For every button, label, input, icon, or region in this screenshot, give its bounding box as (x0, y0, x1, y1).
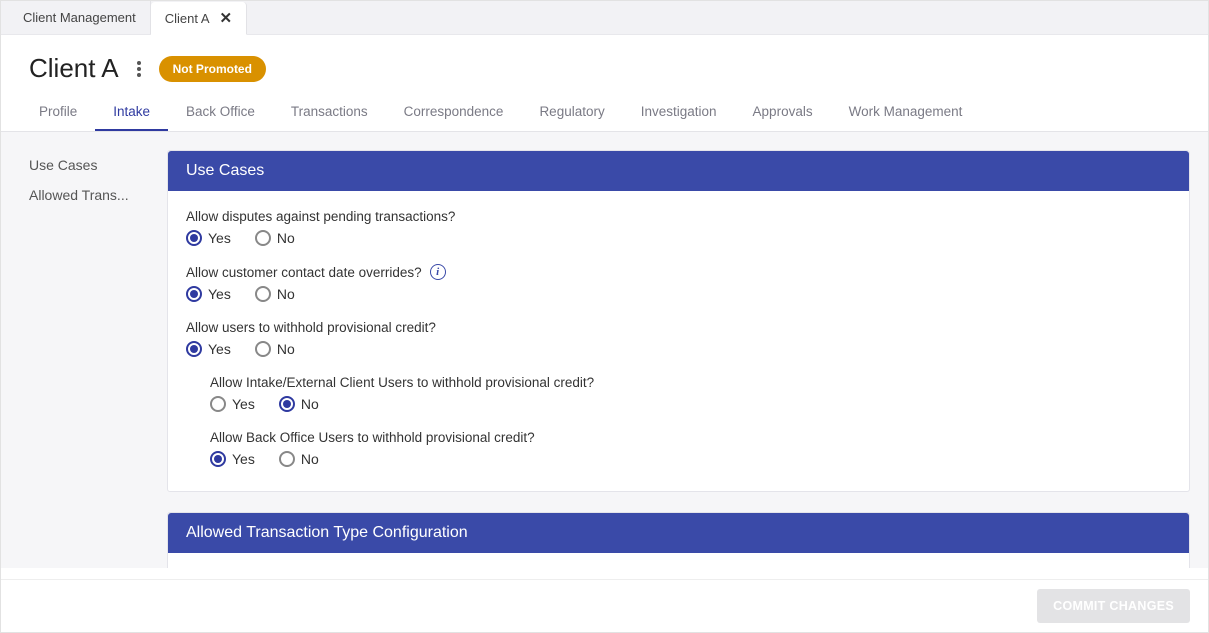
radio-yes[interactable]: Yes (186, 230, 231, 246)
radio-label: No (277, 341, 295, 357)
radio-circle-icon (210, 451, 226, 467)
radio-group: Yes No (186, 341, 1171, 357)
sidenav-item-use-cases[interactable]: Use Cases (29, 150, 149, 180)
radio-label: Yes (208, 341, 231, 357)
page-header: Client A Not Promoted (1, 35, 1208, 94)
radio-circle-icon (255, 230, 271, 246)
tab-client-a[interactable]: Client A ✕ (151, 2, 247, 35)
radio-label: No (301, 396, 319, 412)
radio-yes[interactable]: Yes (210, 451, 255, 467)
question-withhold-credit: Allow users to withhold provisional cred… (186, 320, 1171, 357)
radio-yes[interactable]: Yes (186, 286, 231, 302)
radio-label: Yes (232, 451, 255, 467)
question-back-office-withhold: Allow Back Office Users to withhold prov… (210, 430, 1171, 467)
radio-yes[interactable]: Yes (186, 341, 231, 357)
question-label: Allow Intake/External Client Users to wi… (210, 375, 1171, 390)
radio-circle-icon (279, 451, 295, 467)
radio-group: Yes No (186, 230, 1171, 246)
radio-label: No (277, 230, 295, 246)
main-content[interactable]: Use Cases Allow disputes against pending… (167, 132, 1208, 568)
info-icon[interactable]: i (430, 264, 446, 280)
tab-label: Client Management (23, 10, 136, 25)
subtab-work-management[interactable]: Work Management (831, 94, 981, 131)
commit-changes-button[interactable]: COMMIT CHANGES (1037, 589, 1190, 623)
radio-circle-icon (255, 286, 271, 302)
radio-no[interactable]: No (255, 230, 295, 246)
radio-group: Yes No (210, 451, 1171, 467)
radio-label: Yes (208, 230, 231, 246)
radio-circle-icon (210, 396, 226, 412)
sidenav: Use Cases Allowed Trans... (1, 132, 167, 568)
radio-yes[interactable]: Yes (210, 396, 255, 412)
card-body: Allow disputes against pending transacti… (168, 191, 1189, 491)
subtab-regulatory[interactable]: Regulatory (521, 94, 622, 131)
radio-group: Yes No (186, 286, 1171, 302)
question-label: Allow disputes against pending transacti… (186, 209, 1171, 224)
question-label: Allow customer contact date overrides? (186, 265, 422, 280)
window-tabbar: Client Management Client A ✕ (1, 1, 1208, 35)
card-header: Use Cases (168, 151, 1189, 191)
card-header: Allowed Transaction Type Configuration (168, 513, 1189, 553)
radio-label: Yes (232, 396, 255, 412)
radio-label: Yes (208, 286, 231, 302)
radio-circle-icon (186, 341, 202, 357)
radio-circle-icon (255, 341, 271, 357)
radio-circle-icon (186, 286, 202, 302)
subtab-investigation[interactable]: Investigation (623, 94, 735, 131)
radio-no[interactable]: No (279, 451, 319, 467)
subtab-approvals[interactable]: Approvals (735, 94, 831, 131)
radio-no[interactable]: No (255, 286, 295, 302)
subtab-correspondence[interactable]: Correspondence (386, 94, 522, 131)
question-disputes-pending: Allow disputes against pending transacti… (186, 209, 1171, 246)
body: Use Cases Allowed Trans... Use Cases All… (1, 132, 1208, 568)
sidenav-item-allowed-trans[interactable]: Allowed Trans... (29, 180, 149, 210)
card-use-cases: Use Cases Allow disputes against pending… (167, 150, 1190, 492)
page-title: Client A (29, 53, 119, 84)
radio-circle-icon (279, 396, 295, 412)
tab-label: Client A (165, 11, 210, 26)
radio-no[interactable]: No (255, 341, 295, 357)
close-icon[interactable]: ✕ (220, 9, 233, 27)
question-intake-external-withhold: Allow Intake/External Client Users to wi… (210, 375, 1171, 412)
app-frame: Client Management Client A ✕ Client A No… (0, 0, 1209, 633)
question-contact-date-override: Allow customer contact date overrides? i… (186, 264, 1171, 302)
subtab-profile[interactable]: Profile (21, 94, 95, 131)
question-label: Allow users to withhold provisional cred… (186, 320, 1171, 335)
radio-group: Yes No (210, 396, 1171, 412)
subtab-transactions[interactable]: Transactions (273, 94, 386, 131)
subtab-back-office[interactable]: Back Office (168, 94, 273, 131)
radio-label: No (277, 286, 295, 302)
radio-circle-icon (186, 230, 202, 246)
radio-label: No (301, 451, 319, 467)
question-label: Allow Back Office Users to withhold prov… (210, 430, 1171, 445)
card-body: Disputable Transactions ✓ ACH (168, 553, 1189, 568)
card-allowed-transaction-type: Allowed Transaction Type Configuration D… (167, 512, 1190, 568)
subtab-intake[interactable]: Intake (95, 94, 168, 131)
status-badge: Not Promoted (159, 56, 266, 82)
kebab-menu-icon[interactable] (133, 57, 145, 81)
radio-no[interactable]: No (279, 396, 319, 412)
tab-client-management[interactable]: Client Management (9, 1, 151, 34)
subtab-bar: Profile Intake Back Office Transactions … (1, 94, 1208, 132)
footer-bar: COMMIT CHANGES (1, 579, 1208, 632)
